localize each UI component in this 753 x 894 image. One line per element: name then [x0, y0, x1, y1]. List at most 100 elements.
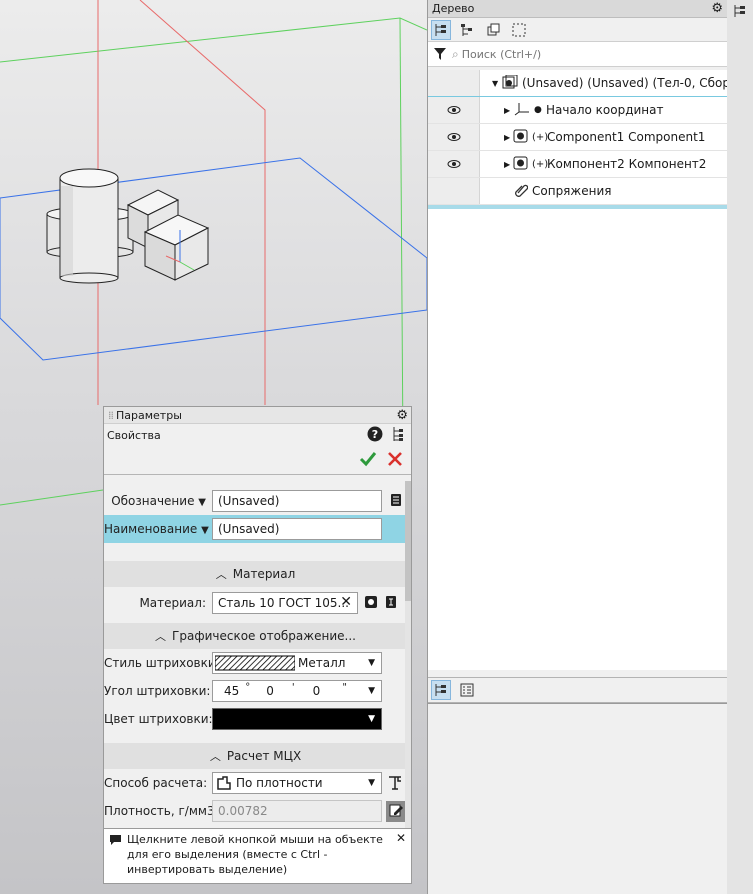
- hatch-pattern-icon: [215, 655, 295, 671]
- tree-panel-icon[interactable]: [733, 4, 753, 21]
- tree-components-button[interactable]: [483, 20, 503, 40]
- designation-row: Обозначение ▼ (Unsaved): [104, 487, 411, 515]
- tree-separator: [428, 205, 727, 209]
- tree-panel: Дерево ⚙ ⌕ ▼ (Unsaved) (Unsaved) (Те: [427, 0, 728, 894]
- tree-item-component2[interactable]: ▶ (+) Компонент2 Компонент2: [428, 151, 727, 178]
- material-label: Материал:: [139, 596, 206, 610]
- fixed-icon: (+): [532, 131, 549, 143]
- hatch-color-label: Цвет штриховки:: [104, 712, 213, 726]
- gear-icon[interactable]: ⚙: [711, 1, 723, 16]
- designation-field[interactable]: (Unsaved): [212, 490, 382, 512]
- list-view-button[interactable]: [457, 680, 477, 700]
- expand-arrow-icon[interactable]: ▶: [504, 133, 510, 142]
- filter-icon[interactable]: [428, 47, 452, 61]
- material-section-header[interactable]: ︿ Материал: [104, 561, 407, 587]
- tree-hierarchy-icon: [461, 23, 472, 36]
- notebook-icon[interactable]: [390, 493, 402, 510]
- gear-icon[interactable]: ⚙: [396, 408, 408, 423]
- mcx-section-header[interactable]: ︿ Расчет МЦХ: [104, 743, 407, 769]
- material-row: Материал: Сталь 10 ГОСТ 105... ✕: [104, 589, 411, 617]
- calc-method-select[interactable]: По плотности ▼: [212, 772, 382, 794]
- tree-root-label: (Unsaved) (Unsaved) (Тел-0, Сборочных ед…: [522, 76, 727, 90]
- calc-method-row: Способ расчета: По плотности ▼: [104, 769, 411, 797]
- dropdown-arrow-icon: ▼: [368, 714, 375, 724]
- material-info-icon[interactable]: [385, 595, 397, 612]
- section-title: Расчет МЦХ: [226, 749, 302, 763]
- search-icon: ⌕: [452, 46, 459, 61]
- section-title: Материал: [232, 567, 296, 581]
- tree-item-origin[interactable]: ▶ ● Начало координат: [428, 97, 727, 124]
- component-icon: [513, 129, 529, 146]
- material-library-icon[interactable]: [364, 595, 378, 612]
- dropdown-arrow-icon: ▼: [368, 778, 375, 788]
- tree-item-label: Компонент2 Компонент2: [547, 157, 707, 171]
- eye-column: [428, 70, 480, 96]
- eye-icon[interactable]: [428, 124, 480, 150]
- params-title: Параметры: [116, 408, 182, 422]
- chevron-up-icon: ︿: [209, 750, 221, 763]
- params-scrollbar[interactable]: [405, 481, 411, 829]
- tree-structure-icon: [435, 23, 446, 36]
- hatch-color-row: Цвет штриховки: ▼: [104, 705, 411, 733]
- fixed-icon: (+): [532, 158, 549, 170]
- density-method-icon: [217, 776, 231, 790]
- measure-icon[interactable]: [388, 774, 402, 793]
- ok-button[interactable]: [359, 451, 377, 470]
- tree-root-row[interactable]: ▼ (Unsaved) (Unsaved) (Тел-0, Сборочных …: [428, 70, 727, 97]
- assembly-icon: [502, 74, 518, 92]
- name-label[interactable]: Наименование ▼: [104, 522, 209, 536]
- tree-view-icon: [435, 684, 446, 696]
- help-icon[interactable]: ?: [367, 426, 383, 445]
- expand-arrow-icon[interactable]: ▼: [492, 79, 498, 88]
- designation-label[interactable]: Обозначение ▼: [104, 494, 209, 508]
- material-field[interactable]: Сталь 10 ГОСТ 105... ✕: [212, 592, 358, 614]
- cylinder-tall: [59, 168, 119, 284]
- density-edit-icon[interactable]: [386, 800, 406, 822]
- tree-title: Дерево: [432, 2, 475, 15]
- params-scroll-area[interactable]: Обозначение ▼ (Unsaved) Наименование ▼ (…: [104, 481, 411, 829]
- eye-icon[interactable]: [428, 97, 480, 123]
- close-icon[interactable]: ✕: [396, 831, 406, 846]
- origin-axes-icon: [514, 102, 530, 119]
- tree-item-label: Начало координат: [546, 103, 664, 117]
- cancel-button[interactable]: [387, 451, 403, 470]
- scrollbar-thumb[interactable]: [405, 481, 411, 601]
- density-field[interactable]: 0.00782: [212, 800, 382, 822]
- hatch-color-select[interactable]: ▼: [212, 708, 382, 730]
- hatch-style-row: Стиль штриховки: Металл ▼: [104, 649, 411, 677]
- name-field[interactable]: (Unsaved): [212, 518, 382, 540]
- drag-handle-icon[interactable]: ⁞⁞: [108, 409, 114, 422]
- density-label: Плотность, г/мм3:: [104, 804, 219, 818]
- hatch-style-select[interactable]: Металл ▼: [212, 652, 382, 674]
- properties-tab[interactable]: Свойства: [107, 429, 161, 442]
- right-side-strip: [727, 0, 753, 894]
- tree-view-button[interactable]: [431, 680, 451, 700]
- selection-icon: [512, 23, 526, 36]
- dropdown-arrow-icon: ▼: [198, 497, 206, 508]
- params-title-bar: ⁞⁞ Параметры ⚙: [104, 407, 411, 424]
- parameters-panel: ⁞⁞Параметры ⚙ Свойства ? Обозначение ▼: [103, 406, 412, 884]
- list-view-icon: [460, 683, 474, 697]
- density-row: Плотность, г/мм3: 0.00782: [104, 797, 411, 825]
- tree-select-button[interactable]: [509, 20, 529, 40]
- tree-body: ▼ (Unsaved) (Unsaved) (Тел-0, Сборочных …: [428, 70, 727, 670]
- plane-green-edge: [0, 17, 427, 63]
- tree-structure-button[interactable]: [431, 19, 451, 40]
- chevron-up-icon: ︿: [215, 568, 227, 581]
- tree-lower-pane: [428, 703, 727, 894]
- hatch-angle-field[interactable]: 45 ° 0 ' 0 " ▼: [212, 680, 382, 702]
- tree-item-mates[interactable]: Сопряжения: [428, 178, 727, 205]
- expand-arrow-icon[interactable]: ▶: [504, 106, 510, 115]
- graphics-section-header[interactable]: ︿ Графическое отображение...: [104, 623, 407, 649]
- clear-icon[interactable]: ✕: [340, 594, 352, 610]
- tree-item-component1[interactable]: ▶ (+) Component1 Component1: [428, 124, 727, 151]
- ok-cancel-row: [104, 446, 411, 475]
- tree-toggle-icon[interactable]: [391, 426, 405, 445]
- properties-row: Свойства ?: [104, 424, 411, 446]
- tree-hierarchy-button[interactable]: [457, 20, 477, 40]
- search-input[interactable]: [458, 46, 694, 62]
- expand-arrow-icon[interactable]: ▶: [504, 160, 510, 169]
- eye-icon[interactable]: [428, 151, 480, 177]
- tree-toolbar: [428, 18, 727, 41]
- message-icon: [109, 834, 122, 850]
